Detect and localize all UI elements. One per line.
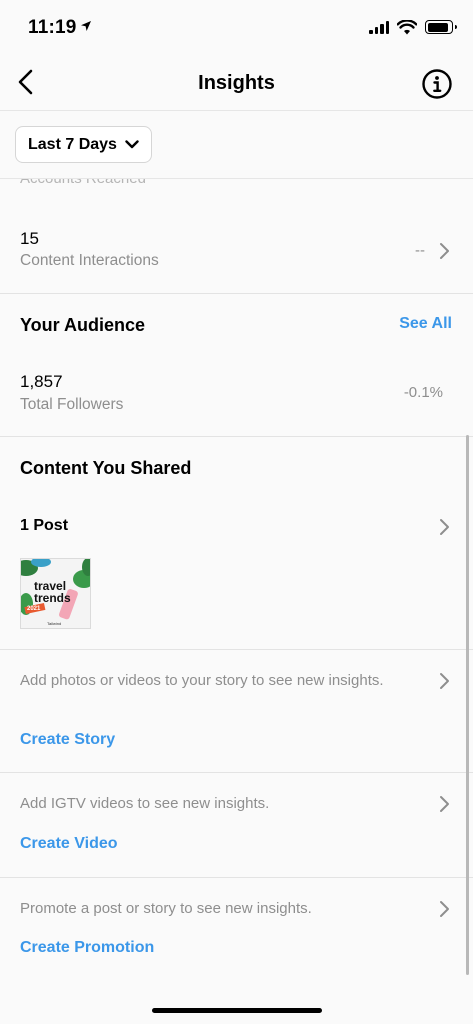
filter-bar: Last 7 Days bbox=[0, 111, 473, 179]
interactions-change: -- bbox=[415, 242, 425, 259]
interactions-label: Content Interactions bbox=[20, 252, 159, 269]
create-promotion-link[interactable]: Create Promotion bbox=[20, 939, 154, 957]
date-range-label: Last 7 Days bbox=[28, 135, 117, 153]
igtv-prompt-text: Add IGTV videos to see new insights. bbox=[20, 795, 270, 812]
see-all-link[interactable]: See All bbox=[399, 315, 452, 333]
status-icons bbox=[369, 18, 457, 36]
followers-value: 1,857 bbox=[20, 372, 63, 391]
nav-header: Insights bbox=[0, 56, 473, 111]
chevron-right-icon[interactable] bbox=[439, 672, 451, 690]
followers-label: Total Followers bbox=[20, 396, 124, 413]
chevron-right-icon bbox=[440, 243, 449, 259]
date-range-dropdown[interactable]: Last 7 Days bbox=[15, 126, 152, 163]
promotion-prompt-text: Promote a post or story to see new insig… bbox=[20, 900, 312, 917]
posts-count: 1 Post bbox=[20, 517, 69, 534]
scrollbar[interactable] bbox=[466, 435, 469, 975]
page-title: Insights bbox=[198, 72, 275, 94]
thumbnail-credit: Tailwind bbox=[47, 621, 62, 626]
status-bar: 11:19 bbox=[0, 0, 473, 56]
story-prompt-text: Add photos or videos to your story to se… bbox=[20, 672, 384, 689]
chevron-right-icon bbox=[440, 519, 449, 535]
location-arrow-icon bbox=[81, 21, 91, 31]
battery-icon bbox=[425, 20, 457, 34]
create-video-link[interactable]: Create Video bbox=[20, 835, 118, 853]
thumbnail-tag: 2021 bbox=[27, 606, 41, 612]
create-story-link[interactable]: Create Story bbox=[20, 731, 115, 749]
wifi-icon bbox=[397, 19, 417, 34]
followers-change: -0.1% bbox=[403, 384, 443, 401]
divider bbox=[0, 877, 473, 878]
chevron-down-icon bbox=[125, 140, 139, 149]
thumbnail-text-line2: trends bbox=[34, 591, 71, 605]
info-icon[interactable] bbox=[421, 68, 453, 100]
audience-title: Your Audience bbox=[20, 315, 146, 335]
content-title: Content You Shared bbox=[20, 458, 192, 478]
status-time: 11:19 bbox=[28, 17, 77, 38]
chevron-right-icon[interactable] bbox=[439, 795, 451, 813]
cellular-signal-icon bbox=[369, 20, 389, 34]
home-indicator[interactable] bbox=[152, 1008, 322, 1013]
divider bbox=[0, 436, 473, 437]
divider bbox=[0, 772, 473, 773]
divider bbox=[0, 649, 473, 650]
post-thumbnail[interactable]: travel trends 2021 Tailwind bbox=[20, 558, 91, 629]
interactions-value: 15 bbox=[20, 229, 39, 248]
chevron-right-icon[interactable] bbox=[439, 900, 451, 918]
divider bbox=[0, 293, 473, 294]
